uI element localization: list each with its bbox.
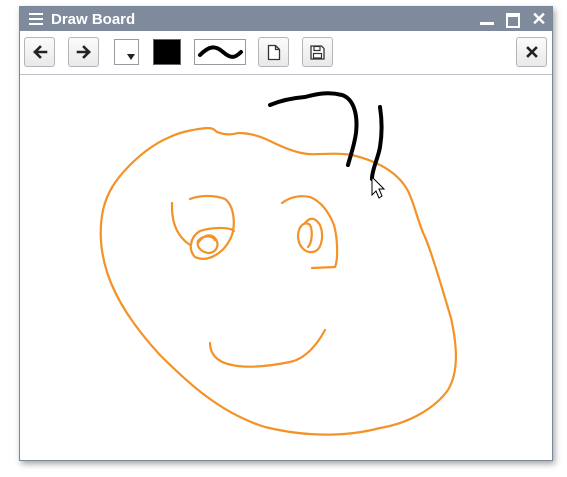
title-bar[interactable]: Draw Board ✕ [20,7,552,31]
toolbar [20,32,552,75]
mouth-stroke [208,328,327,368]
color-dropdown[interactable] [114,39,139,65]
save-button[interactable] [302,37,333,67]
mouse-cursor-icon [371,175,386,199]
drawing-strokes [99,91,458,436]
redo-button[interactable] [68,37,99,67]
drawing-canvas[interactable] [20,75,552,460]
left-eye-stroke [188,194,236,260]
stroke-width-picker[interactable] [194,39,246,65]
maximize-icon[interactable] [504,10,522,28]
clear-x-icon [525,46,538,58]
save-floppy-icon [310,44,325,60]
color-swatch[interactable] [153,39,181,65]
undo-button[interactable] [24,37,55,67]
dropdown-arrow-icon [127,54,135,60]
stroke-preview-icon [198,45,243,59]
head-outline-stroke [99,126,458,436]
draw-board-window: Draw Board ✕ [19,6,553,461]
minimize-icon[interactable] [478,10,496,28]
left-pupil-stroke [196,234,219,255]
window-title: Draw Board [51,10,136,28]
right-eye-stroke [280,195,339,270]
hair-stroke-2 [370,105,384,181]
hamburger-menu-icon[interactable] [29,13,43,25]
close-icon[interactable]: ✕ [530,10,548,28]
new-document-icon [267,44,280,60]
arrow-left-icon [32,45,47,59]
new-document-button[interactable] [258,37,289,67]
clear-button[interactable] [516,37,547,67]
right-pupil-stroke [296,217,324,254]
left-eyebrow-stroke [170,201,192,247]
arrow-right-icon [76,45,91,59]
